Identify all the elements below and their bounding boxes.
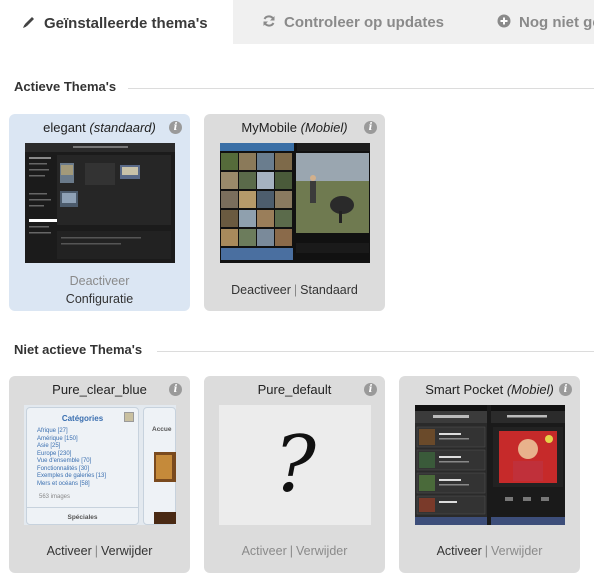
question-mark-icon: ? bbox=[274, 420, 316, 510]
delete-link[interactable]: Verwijder bbox=[296, 544, 347, 558]
theme-screenshot bbox=[220, 143, 370, 263]
info-icon[interactable]: i bbox=[559, 383, 572, 396]
delete-link[interactable]: Verwijder bbox=[491, 544, 542, 558]
preview-side-label: Accue bbox=[152, 426, 172, 433]
preview-item: Asie [25] bbox=[37, 443, 61, 449]
info-icon[interactable]: i bbox=[169, 121, 182, 134]
theme-actions: Deactiveer bbox=[9, 274, 190, 288]
preview-item: Fonctionnalités [30] bbox=[37, 465, 90, 472]
preview-title: Catégories bbox=[61, 414, 104, 423]
info-icon[interactable]: i bbox=[169, 383, 182, 396]
section-title: Niet actieve Thema's bbox=[14, 342, 153, 357]
theme-name: MyMobile (Mobiel) bbox=[241, 120, 348, 135]
activate-link[interactable]: Activeer bbox=[437, 544, 482, 558]
deactivate-link[interactable]: Deactiveer bbox=[70, 274, 130, 288]
theme-actions: Deactiveer | Standaard bbox=[204, 283, 385, 297]
preview-image-icon bbox=[124, 412, 134, 422]
preview-menu-box: Catégories Afrique [27] Amérique [150] A… bbox=[26, 407, 139, 525]
theme-card-pure-clear-blue: Pure_clear_blue i Catégories Afrique [27… bbox=[9, 376, 190, 573]
tab-label: Geïnstalleerde thema's bbox=[44, 14, 208, 32]
theme-actions: Activeer | Verwijder bbox=[9, 544, 190, 558]
preview-footer: Spéciales bbox=[67, 514, 98, 521]
preview-count: 563 images bbox=[39, 494, 71, 500]
default-link[interactable]: Standaard bbox=[300, 283, 358, 297]
preview-item: Mers et océans [58] bbox=[37, 480, 90, 487]
theme-screenshot: Catégories Afrique [27] Amérique [150] A… bbox=[24, 405, 176, 525]
plus-circle-icon bbox=[497, 14, 511, 31]
tab-check-updates[interactable]: Controleer op updates bbox=[262, 0, 444, 44]
preview-side-panel: Accue bbox=[143, 407, 176, 525]
info-icon[interactable]: i bbox=[364, 383, 377, 396]
section-title: Actieve Thema's bbox=[14, 79, 127, 94]
preview-side-photo-inner bbox=[156, 455, 172, 479]
theme-name: Pure_default bbox=[257, 382, 332, 397]
theme-actions: Activeer | Verwijder bbox=[204, 544, 385, 558]
delete-link[interactable]: Verwijder bbox=[101, 544, 152, 558]
theme-screenshot-placeholder: ? bbox=[219, 405, 371, 525]
section-inactive-themes: Niet actieve Thema's bbox=[0, 342, 594, 362]
theme-card-smart-pocket: Smart Pocket (Mobiel) i Activeer | Verwi… bbox=[399, 376, 580, 573]
theme-actions: Activeer | Verwijder bbox=[399, 544, 580, 558]
theme-name: Smart Pocket (Mobiel) bbox=[425, 382, 554, 397]
separator: | bbox=[484, 544, 488, 558]
separator: | bbox=[289, 544, 293, 558]
tab-not-installed[interactable]: Nog niet ge bbox=[497, 0, 594, 44]
activate-link[interactable]: Activeer bbox=[242, 544, 287, 558]
tab-installed-themes[interactable]: Geïnstalleerde thema's bbox=[0, 0, 233, 46]
preview-side-photo-2 bbox=[154, 512, 176, 524]
preview-item: Amérique [150] bbox=[37, 435, 78, 442]
tab-label: Controleer op updates bbox=[284, 13, 445, 31]
tab-label: Nog niet ge bbox=[519, 13, 594, 31]
theme-card-mymobile: MyMobile (Mobiel) i Deactiveer | Standaa… bbox=[204, 114, 385, 311]
preview-item: Europe [230] bbox=[37, 450, 72, 457]
theme-screenshot bbox=[25, 143, 175, 263]
theme-screenshot bbox=[415, 405, 565, 525]
pencil-icon bbox=[22, 15, 36, 32]
preview-list: Afrique [27] Amérique [150] Asie [25] Eu… bbox=[37, 428, 106, 488]
preview-item: Exemples de galeries [13] bbox=[37, 473, 107, 479]
theme-name: Pure_clear_blue bbox=[52, 382, 147, 397]
divider bbox=[157, 351, 594, 352]
activate-link[interactable]: Activeer bbox=[47, 544, 92, 558]
separator: | bbox=[94, 544, 98, 558]
deactivate-link[interactable]: Deactiveer bbox=[231, 283, 291, 297]
refresh-icon bbox=[262, 14, 276, 31]
theme-card-pure-default: Pure_default i ? Activeer | Verwijder bbox=[204, 376, 385, 573]
info-icon[interactable]: i bbox=[364, 121, 377, 134]
section-active-themes: Actieve Thema's bbox=[0, 79, 594, 99]
divider bbox=[128, 88, 594, 89]
theme-card-elegant: elegant (standaard) i Deactiveer Configu… bbox=[9, 114, 190, 311]
theme-name: elegant (standaard) bbox=[43, 120, 156, 135]
separator: | bbox=[293, 283, 298, 297]
configuration-link[interactable]: Configuratie bbox=[66, 292, 133, 306]
preview-item: Vue d'ensemble [70] bbox=[37, 458, 92, 464]
theme-actions-2: Configuratie bbox=[9, 292, 190, 306]
preview-divider bbox=[27, 507, 138, 508]
tab-bar: Geïnstalleerde thema's Controleer op upd… bbox=[0, 0, 594, 46]
preview-item: Afrique [27] bbox=[37, 428, 68, 434]
